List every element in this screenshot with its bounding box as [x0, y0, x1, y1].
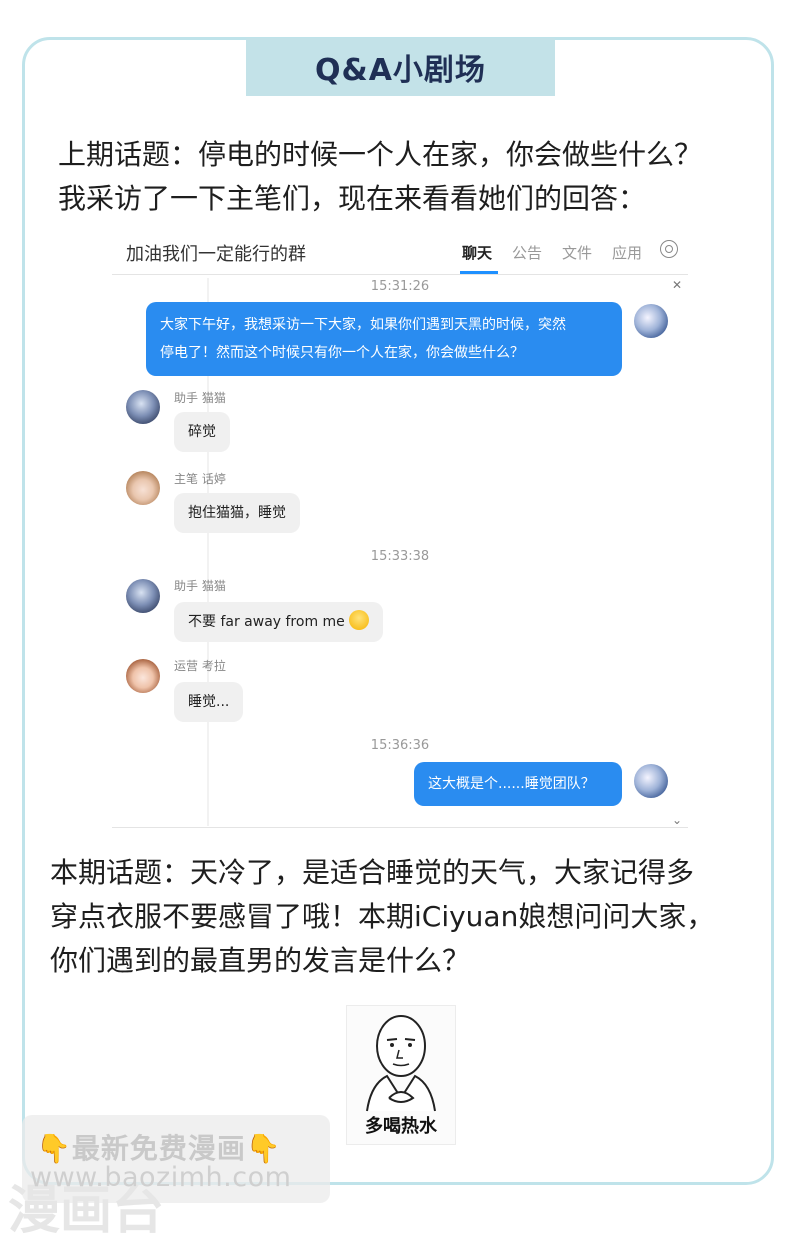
- intro-paragraph: 上期话题：停电的时候一个人在家，你会做些什么？ 我采访了一下主笔们，现在来看看她…: [58, 133, 702, 221]
- message-bubble-self: 大家下午好，我想采访一下大家，如果你们遇到天黑的时候，突然 停电了！然而这个时候…: [146, 302, 622, 376]
- message-bubble: 不要 far away from me: [174, 602, 383, 642]
- topic-line: 本期话题：天冷了，是适合睡觉的天气，大家记得多: [50, 856, 695, 889]
- message-bubble: 抱住猫猫，睡觉: [174, 493, 300, 533]
- watermark-url: www.baozimh.com: [30, 1162, 292, 1193]
- meme-caption: 多喝热水: [365, 1116, 437, 1137]
- settings-icon[interactable]: [660, 240, 678, 258]
- timestamp: 15:33:38: [370, 549, 430, 564]
- group-name: 加油我们一定能行的群: [126, 244, 306, 265]
- sender-name: 助手 猫猫: [174, 391, 226, 405]
- topic-line: 穿点衣服不要感冒了哦！本期iCiyuan娘想问问大家，: [50, 900, 715, 933]
- scream-emoji-icon: [348, 610, 369, 630]
- chat-window: 加油我们一定能行的群 聊天 公告 文件 应用 ✕ 15:31:26 大家下午好，…: [112, 230, 688, 830]
- timestamp: 15:31:26: [370, 279, 430, 294]
- topic-paragraph: 本期话题：天冷了，是适合睡觉的天气，大家记得多 穿点衣服不要感冒了哦！本期iCi…: [50, 851, 714, 983]
- message-line: 停电了！然而这个时候只有你一个人在家，你会做些什么？: [160, 345, 524, 361]
- watermark-text: 👇最新免费漫画👇: [36, 1132, 282, 1165]
- chevron-down-icon[interactable]: ⌄: [672, 813, 682, 827]
- message-text: 不要 far away from me: [188, 614, 345, 630]
- self-avatar[interactable]: [634, 304, 668, 338]
- intro-line: 我采访了一下主笔们，现在来看看她们的回答：: [58, 182, 647, 215]
- intro-line: 上期话题：停电的时候一个人在家，你会做些什么？: [58, 138, 703, 171]
- self-avatar[interactable]: [634, 764, 668, 798]
- timestamp: 15:36:36: [370, 738, 430, 753]
- chat-header: 加油我们一定能行的群 聊天 公告 文件 应用: [112, 230, 688, 275]
- message-bubble-self: 这大概是个......睡觉团队？: [414, 762, 622, 806]
- tab-files[interactable]: 文件: [562, 242, 592, 263]
- sender-name: 助手 猫猫: [174, 579, 226, 593]
- avatar[interactable]: [126, 471, 160, 505]
- message-bubble: 睡觉...: [174, 682, 244, 722]
- meme-face-icon: [366, 1015, 436, 1112]
- tab-announcement[interactable]: 公告: [512, 242, 542, 263]
- qa-banner-title: Q&A小剧场: [246, 38, 555, 96]
- topic-line: 你们遇到的最直男的发言是什么？: [50, 944, 471, 977]
- avatar[interactable]: [126, 579, 160, 613]
- divider: [112, 827, 688, 828]
- sender-name: 运营 考拉: [174, 659, 226, 673]
- avatar[interactable]: [126, 659, 160, 693]
- sender-name: 主笔 话婷: [174, 472, 226, 486]
- message-bubble: 碎觉: [174, 412, 230, 452]
- meme-image: 多喝热水: [346, 1005, 456, 1145]
- avatar[interactable]: [126, 390, 160, 424]
- tab-apps[interactable]: 应用: [612, 242, 642, 263]
- message-line: 大家下午好，我想采访一下大家，如果你们遇到天黑的时候，突然: [160, 317, 566, 333]
- active-tab-indicator: [460, 271, 498, 274]
- tab-chat[interactable]: 聊天: [462, 242, 492, 263]
